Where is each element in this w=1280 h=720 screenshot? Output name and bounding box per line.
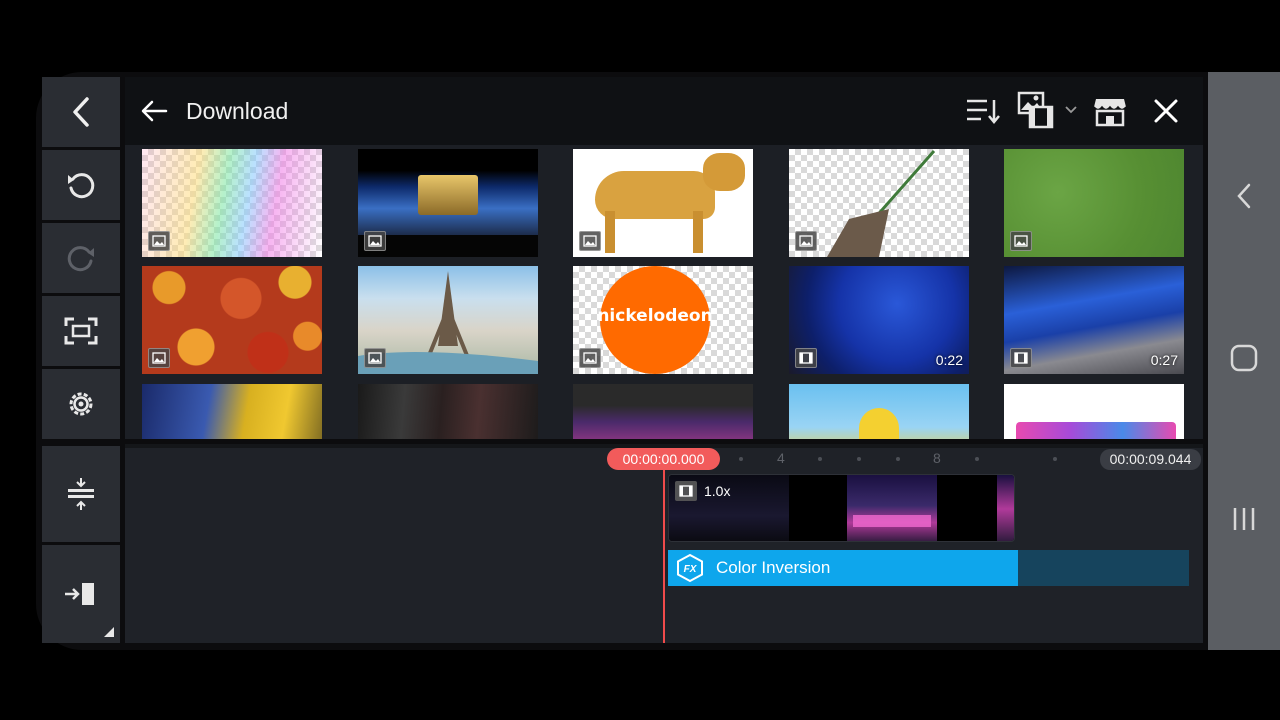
close-icon[interactable] xyxy=(1153,98,1179,124)
corner-triangle-icon xyxy=(104,627,114,637)
media-thumbnail[interactable]: 0:22 xyxy=(789,266,969,374)
nav-back-icon[interactable] xyxy=(1234,181,1254,211)
alphabet-title-image xyxy=(1016,422,1176,439)
media-thumbnail[interactable] xyxy=(142,266,322,374)
settings-button[interactable] xyxy=(42,369,120,439)
fullscreen-button[interactable] xyxy=(42,296,120,366)
nav-recents-icon[interactable] xyxy=(1230,506,1258,532)
image-type-icon xyxy=(1010,231,1032,251)
video-type-icon xyxy=(1010,348,1032,368)
ruler-label: 8 xyxy=(933,450,941,466)
sort-icon[interactable] xyxy=(965,97,1001,125)
redo-icon xyxy=(67,246,94,272)
chevron-left-icon xyxy=(73,97,89,127)
current-time[interactable]: 00:00:00.000 xyxy=(607,448,720,470)
system-nav-bar xyxy=(1208,72,1280,650)
export-icon xyxy=(65,583,94,605)
image-type-icon xyxy=(579,231,601,251)
media-thumbnail[interactable] xyxy=(789,384,969,439)
effect-layer-track xyxy=(1018,550,1189,586)
image-type-icon xyxy=(795,231,817,251)
clip-frame xyxy=(847,475,937,541)
ruler-tick xyxy=(739,457,743,461)
media-thumbnail[interactable] xyxy=(358,384,538,439)
media-thumbnail[interactable] xyxy=(142,384,322,439)
studio-logo-image xyxy=(418,175,478,215)
image-type-icon xyxy=(579,348,601,368)
browser-title: Download xyxy=(186,98,289,124)
ruler-tick xyxy=(1053,457,1057,461)
image-type-icon xyxy=(364,348,386,368)
media-thumbnail[interactable] xyxy=(142,149,322,257)
media-browser: Download nickelodeon 0:22 0:27 xyxy=(125,77,1203,439)
timeline-expand-button[interactable] xyxy=(42,446,120,542)
media-thumbnail[interactable]: nickelodeon xyxy=(573,266,753,374)
ruler-tick xyxy=(975,457,979,461)
media-type-filter-icon[interactable] xyxy=(1017,91,1057,129)
media-thumbnail[interactable]: 0:27 xyxy=(1004,266,1184,374)
image-type-icon xyxy=(364,231,386,251)
nav-home-icon[interactable] xyxy=(1230,344,1258,372)
media-thumbnail[interactable] xyxy=(573,384,753,439)
effect-label: Color Inversion xyxy=(716,558,831,577)
arrow-left-icon[interactable] xyxy=(139,97,169,125)
chevron-down-icon[interactable] xyxy=(1065,105,1077,115)
ruler-tick xyxy=(857,457,861,461)
fullscreen-icon xyxy=(64,317,98,345)
total-duration: 00:00:09.044 xyxy=(1100,449,1201,470)
minion-image xyxy=(859,408,899,439)
svg-text:FX: FX xyxy=(684,564,698,575)
fx-icon: FX xyxy=(677,553,703,583)
media-thumbnail[interactable] xyxy=(358,266,538,374)
media-thumbnail[interactable] xyxy=(1004,149,1184,257)
image-type-icon xyxy=(148,231,170,251)
back-button[interactable] xyxy=(42,77,120,147)
ruler-tick xyxy=(896,457,900,461)
image-type-icon xyxy=(148,348,170,368)
media-thumbnail[interactable] xyxy=(789,149,969,257)
gear-icon xyxy=(69,392,93,416)
media-thumbnail[interactable] xyxy=(1004,384,1184,439)
expand-vertical-icon xyxy=(68,478,94,510)
video-type-icon xyxy=(675,481,697,501)
redo-button[interactable] xyxy=(42,223,120,293)
clip-speed-label: 1.0x xyxy=(704,483,731,499)
media-thumbnail[interactable] xyxy=(358,149,538,257)
export-button[interactable] xyxy=(42,545,120,643)
clip-frame xyxy=(997,475,1014,541)
undo-icon xyxy=(68,173,95,199)
screen: Download nickelodeon 0:22 0:27 4 8 1.0x … xyxy=(0,0,1280,720)
nickelodeon-logo-text: nickelodeon xyxy=(597,306,713,326)
video-duration: 0:22 xyxy=(935,352,963,368)
store-icon[interactable] xyxy=(1093,95,1127,127)
video-type-icon xyxy=(795,348,817,368)
ruler-label: 4 xyxy=(777,450,785,466)
ruler-tick xyxy=(818,457,822,461)
playhead-line[interactable] xyxy=(663,467,665,643)
video-duration: 0:27 xyxy=(1150,352,1178,368)
browser-header: Download xyxy=(125,77,1203,145)
left-toolbar xyxy=(42,77,120,643)
undo-button[interactable] xyxy=(42,150,120,220)
media-thumbnail[interactable] xyxy=(573,149,753,257)
